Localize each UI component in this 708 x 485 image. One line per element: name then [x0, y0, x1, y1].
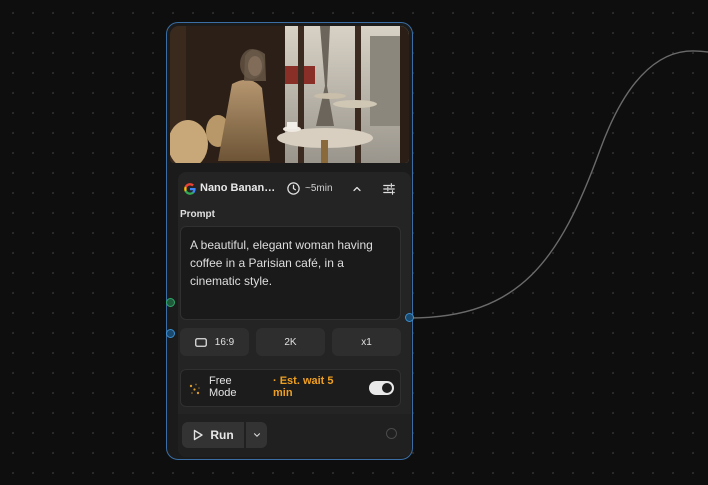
sparkle-icon: [189, 383, 200, 395]
play-icon: [194, 429, 204, 441]
clock-icon: [287, 182, 300, 195]
google-logo-icon: [184, 183, 196, 195]
node-settings-panel: Nano Banana Pro ~5min Prompt A beautiful…: [178, 172, 411, 457]
sliders-icon[interactable]: [382, 182, 396, 196]
aspect-ratio-icon: [194, 337, 207, 347]
run-button-label: Run: [210, 428, 234, 442]
node-header: Nano Banana Pro ~5min: [178, 172, 411, 208]
aspect-ratio-button[interactable]: 16:9: [180, 328, 249, 356]
aspect-ratio-value: 16:9: [214, 336, 235, 348]
resolution-button[interactable]: 2K: [256, 328, 325, 356]
count-value: x1: [361, 336, 372, 348]
estimated-wait-text: · Est. wait 5 min: [273, 375, 334, 399]
output-port-image[interactable]: [405, 313, 414, 322]
generation-options: 16:9 2K x1: [180, 328, 401, 356]
estimated-duration: ~5min: [305, 183, 333, 194]
free-mode-label: Free Mode: [209, 375, 237, 399]
node-footer: Run: [178, 414, 411, 457]
generated-image-preview[interactable]: [170, 26, 409, 163]
model-name[interactable]: Nano Banana Pro: [200, 182, 280, 194]
input-port-text[interactable]: [166, 298, 175, 307]
prompt-input[interactable]: A beautiful, elegant woman having coffee…: [180, 226, 401, 320]
image-generation-node[interactable]: Nano Banana Pro ~5min Prompt A beautiful…: [166, 22, 413, 460]
run-options-dropdown[interactable]: [246, 422, 267, 448]
free-mode-toggle[interactable]: [369, 381, 394, 395]
resolution-value: 2K: [284, 336, 297, 348]
free-mode-row: Free Mode · Est. wait 5 min: [180, 369, 401, 407]
prompt-label: Prompt: [180, 209, 215, 220]
toggle-knob: [382, 383, 392, 393]
input-port-image[interactable]: [166, 329, 175, 338]
run-button[interactable]: Run: [182, 422, 244, 448]
status-indicator: [386, 428, 397, 439]
count-button[interactable]: x1: [332, 328, 401, 356]
chevron-down-icon: [253, 433, 260, 437]
chevron-up-icon[interactable]: [351, 183, 363, 195]
